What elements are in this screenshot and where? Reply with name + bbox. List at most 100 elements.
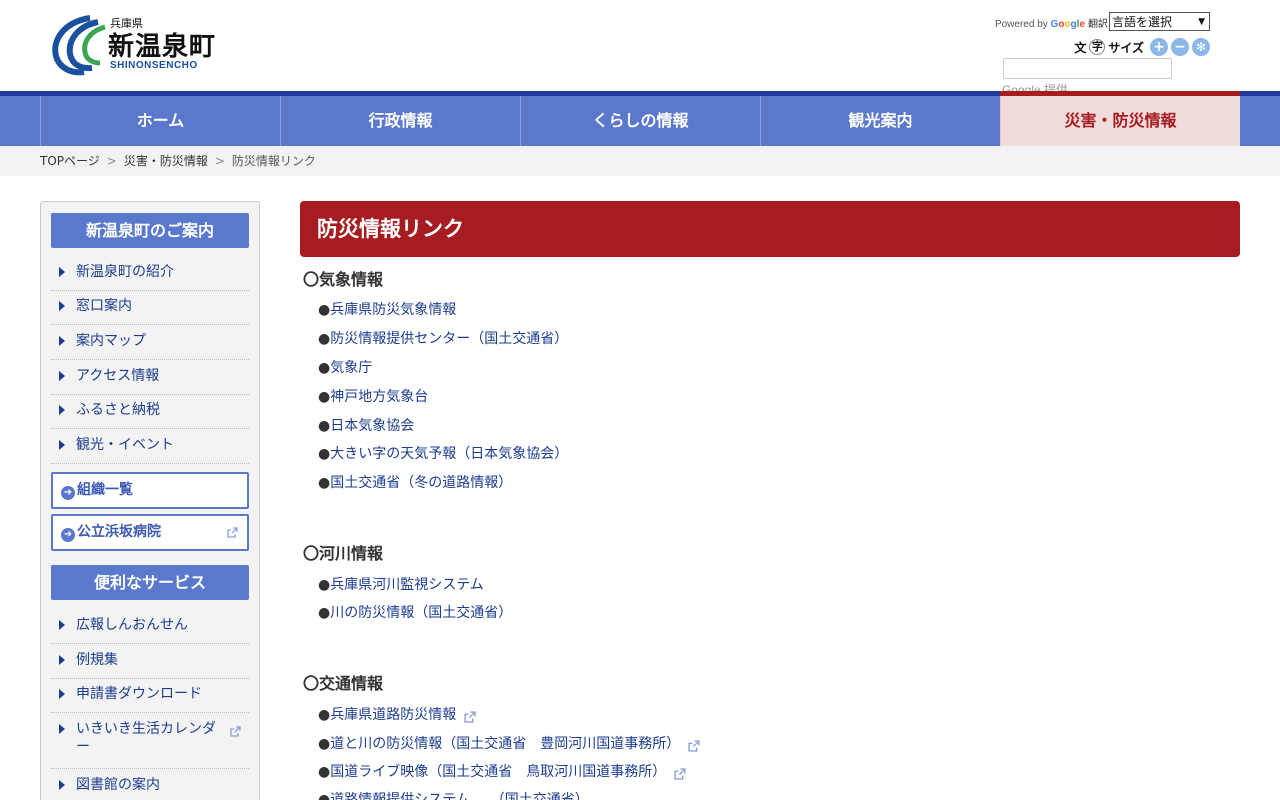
font-increase-icon[interactable]: + — [1150, 38, 1168, 56]
nav-tourism[interactable]: 観光案内 — [760, 96, 1000, 146]
bullet: ● — [318, 360, 331, 376]
link-hyogo-river[interactable]: ●兵庫県河川監視システム — [318, 574, 484, 594]
link-label: 気象庁 — [330, 360, 373, 376]
link-label: 国土交通省（冬の道路情報） — [330, 475, 513, 491]
sidebar-item-library[interactable]: 図書館の案内 — [51, 776, 249, 800]
sidebar-item-intro[interactable]: 新温泉町の紹介 — [51, 263, 249, 291]
bullet: ● — [318, 389, 331, 405]
font-decrease-icon[interactable]: − — [1171, 38, 1189, 56]
link-label: 日本気象協会 — [330, 418, 415, 434]
nav-home[interactable]: ホーム — [40, 96, 280, 146]
breadcrumb-separator: > — [214, 154, 225, 168]
triangle-right-icon — [59, 371, 65, 381]
breadcrumb-top[interactable]: TOPページ — [40, 154, 100, 168]
language-select[interactable]: 言語を選択 ▼ — [1109, 12, 1210, 31]
header-tools: Powered by Google 翻訳 言語を選択 ▼ 文 字 サイズ + − … — [980, 12, 1210, 92]
triangle-right-icon — [59, 655, 65, 665]
global-nav: ホーム 行政情報 くらしの情報 観光案内 災害・防災情報 — [0, 91, 1280, 146]
triangle-right-icon — [59, 336, 65, 346]
nav-disaster[interactable]: 災害・防災情報 — [1000, 96, 1240, 146]
font-size-label-3: サイズ — [1108, 40, 1144, 55]
link-label: 兵庫県河川監視システム — [330, 577, 484, 593]
bullet: ● — [318, 764, 331, 780]
translate-label: 翻訳 — [1088, 19, 1108, 30]
hospital-button[interactable]: ➜ 公立浜坂病院 — [51, 514, 249, 551]
breadcrumb-separator: > — [106, 154, 117, 168]
link-jma[interactable]: ●気象庁 — [318, 357, 372, 377]
sidebar-item-label: 新温泉町の紹介 — [76, 264, 174, 280]
sidebar-heading-services: 便利なサービス — [51, 565, 249, 600]
sidebar-item-label: 窓口案内 — [76, 298, 132, 314]
link-label: 川の防災情報（国土交通省） — [330, 605, 513, 621]
google-wordmark: Google — [1050, 19, 1085, 30]
site-logo[interactable]: 兵庫県 新温泉町 SHINONSENCHO — [50, 14, 250, 76]
bullet: ● — [318, 446, 331, 462]
town-name: 新温泉町 — [108, 32, 217, 62]
bullet: ● — [318, 707, 331, 723]
sidebar-item-label: 例規集 — [76, 652, 118, 668]
site-search-input[interactable] — [1003, 58, 1172, 79]
section-heading-traffic: 〇交通情報 — [303, 674, 384, 693]
arrow-right-circle-icon: ➜ — [61, 528, 75, 542]
sidebar-item-label: アクセス情報 — [76, 368, 160, 384]
chevron-down-icon: ▼ — [1198, 16, 1205, 27]
link-toyooka-office[interactable]: ●道と川の防災情報（国土交通省 豊岡河川国道事務所） — [318, 733, 700, 753]
font-size-label-2: 字 — [1089, 39, 1106, 55]
font-size-label-1: 文 — [1074, 40, 1087, 55]
sidebar-item-regulations[interactable]: 例規集 — [51, 651, 249, 679]
town-emblem-icon — [52, 15, 106, 76]
organization-list-button[interactable]: ➜ 組織一覧 — [51, 472, 249, 509]
section-heading-weather: 〇気象情報 — [303, 270, 384, 289]
bullet: ● — [318, 577, 331, 593]
sidebar-item-access[interactable]: アクセス情報 — [51, 367, 249, 395]
sidebar-item-furusato[interactable]: ふるさと納税 — [51, 401, 249, 429]
triangle-right-icon — [59, 620, 65, 630]
external-link-icon — [688, 740, 700, 752]
link-label: 兵庫県防災気象情報 — [330, 302, 457, 318]
bullet: ● — [318, 418, 331, 434]
section-heading-river: 〇河川情報 — [303, 544, 384, 563]
sidebar-item-label: 観光・イベント — [76, 437, 174, 453]
bullet: ● — [318, 475, 331, 491]
nav-administration[interactable]: 行政情報 — [280, 96, 520, 146]
link-kobe-observatory[interactable]: ●神戸地方気象台 — [318, 386, 428, 406]
external-link-icon — [674, 768, 686, 780]
triangle-right-icon — [59, 267, 65, 277]
sidebar-item-counters[interactable]: 窓口案内 — [51, 297, 249, 325]
link-hyogo-weather[interactable]: ●兵庫県防災気象情報 — [318, 299, 456, 319]
hospital-label: 公立浜坂病院 — [77, 524, 161, 540]
link-label: 道と川の防災情報（国土交通省 豊岡河川国道事務所） — [330, 736, 681, 752]
link-disaster-info-center[interactable]: ●防災情報提供センター（国土交通省） — [318, 328, 568, 348]
bullet: ● — [318, 736, 331, 752]
external-link-icon — [230, 726, 241, 737]
powered-by-label: Powered by — [994, 19, 1048, 30]
link-jwa[interactable]: ●日本気象協会 — [318, 415, 414, 435]
sidebar-item-forms[interactable]: 申請書ダウンロード — [51, 685, 249, 713]
link-tottori-live[interactable]: ●国道ライブ映像（国土交通省 鳥取河川国道事務所） — [318, 761, 686, 781]
font-size-control: 文 字 サイズ + − ✻ — [1074, 38, 1210, 56]
breadcrumb-parent[interactable]: 災害・防災情報 — [124, 154, 208, 168]
link-label: 大きい字の天気予報（日本気象協会） — [330, 446, 569, 462]
sidebar-heading-guide: 新温泉町のご案内 — [51, 213, 249, 248]
sidebar-item-map[interactable]: 案内マップ — [51, 332, 249, 360]
link-road-info-system[interactable]: ●道路情報提供システム （国土交通省） — [318, 789, 589, 800]
nav-living[interactable]: くらしの情報 — [520, 96, 760, 146]
link-river-disaster[interactable]: ●川の防災情報（国土交通省） — [318, 602, 512, 622]
link-large-text-forecast[interactable]: ●大きい字の天気予報（日本気象協会） — [318, 443, 568, 463]
breadcrumb: TOPページ > 災害・防災情報 > 防災情報リンク — [0, 146, 1280, 176]
triangle-right-icon — [59, 689, 65, 699]
sidebar-item-calendar[interactable]: いきいき生活カレンダー — [51, 720, 249, 769]
sidebar-item-label: 案内マップ — [76, 333, 146, 349]
triangle-right-icon — [59, 440, 65, 450]
sidebar-item-label: 申請書ダウンロード — [76, 686, 202, 702]
sidebar-item-label: ふるさと納税 — [76, 402, 160, 418]
link-hyogo-road[interactable]: ●兵庫県道路防災情報 — [318, 704, 476, 724]
font-reset-icon[interactable]: ✻ — [1192, 38, 1210, 56]
page-title: 防災情報リンク — [300, 201, 1240, 257]
link-winter-roads[interactable]: ●国土交通省（冬の道路情報） — [318, 472, 512, 492]
breadcrumb-current: 防災情報リンク — [231, 154, 316, 168]
sidebar-item-pr[interactable]: 広報しんおんせん — [51, 616, 249, 644]
external-link-icon — [227, 527, 238, 538]
sidebar-item-events[interactable]: 観光・イベント — [51, 436, 249, 464]
triangle-right-icon — [59, 780, 65, 790]
